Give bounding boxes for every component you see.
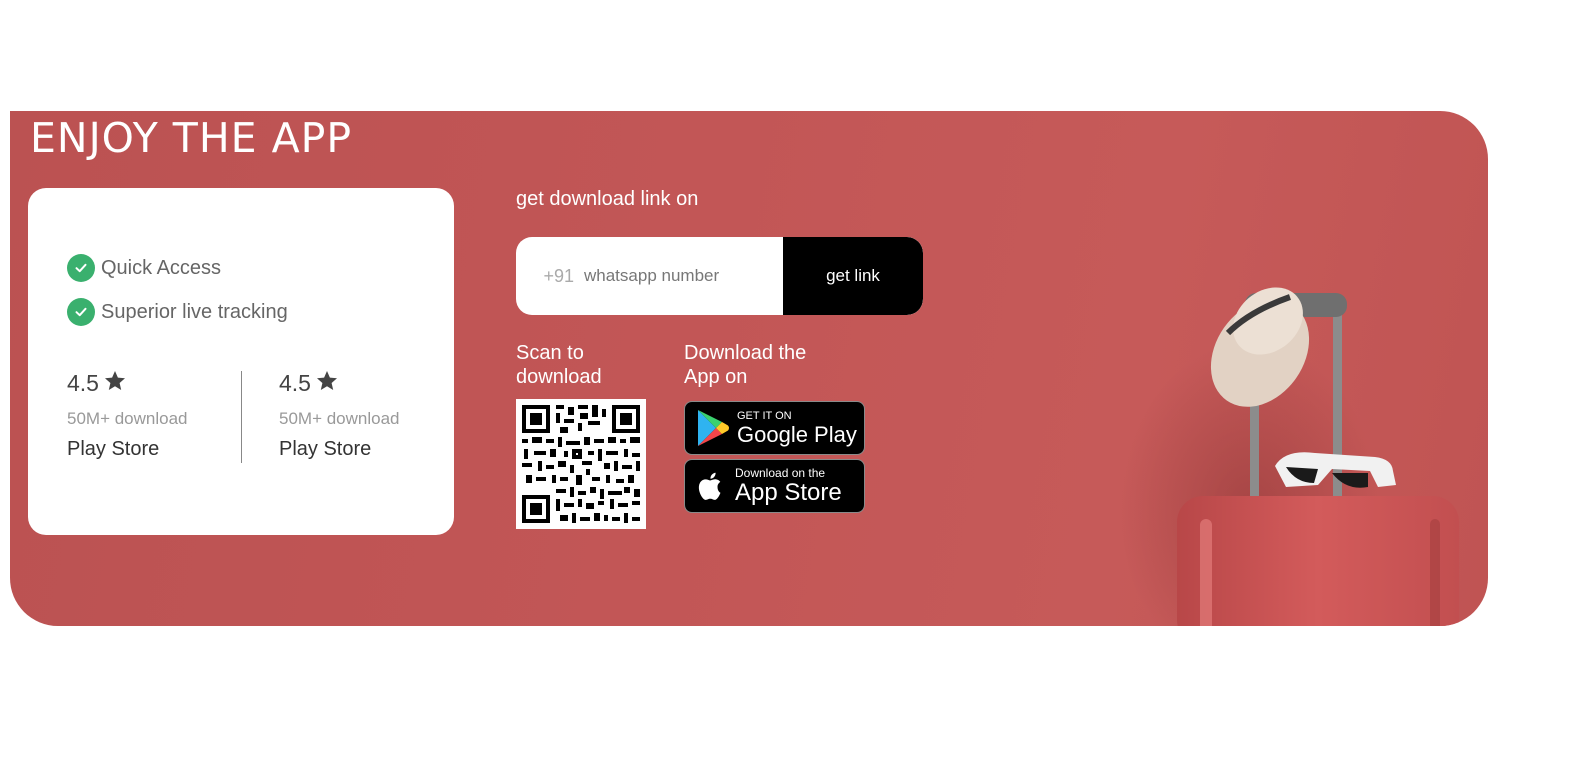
google-play-label: Google Play (737, 421, 857, 447)
rating: 4.5 (67, 370, 188, 397)
banner-title: ENJOY THE APP (30, 114, 353, 162)
rating-value: 4.5 (67, 370, 99, 396)
download-count: 50M+ download (67, 409, 188, 428)
google-play-icon (698, 410, 729, 446)
get-link-button[interactable]: get link (783, 237, 923, 315)
feature-item: Quick Access (67, 254, 221, 282)
app-store-small-label: Download on the (735, 466, 826, 480)
whatsapp-number-input[interactable] (578, 237, 783, 315)
store-stat: 4.5 50M+ download Play Store (279, 370, 400, 461)
feature-item: Superior live tracking (67, 298, 288, 326)
app-promo-banner: ENJOY THE APP Quick Access Superior live… (10, 111, 1488, 626)
download-link-form: +91 get link (516, 237, 923, 315)
feature-label: Quick Access (101, 256, 222, 279)
feature-card: Quick Access Superior live tracking 4.5 … (28, 188, 454, 535)
download-count: 50M+ download (279, 409, 400, 428)
store-name: Play Store (279, 438, 372, 460)
store-name: Play Store (67, 438, 160, 460)
store-stat: 4.5 50M+ download Play Store (67, 370, 188, 461)
check-circle-icon (67, 254, 95, 282)
rating-value: 4.5 (279, 370, 311, 396)
stat-divider (241, 371, 242, 463)
apple-icon (698, 472, 721, 500)
qr-code (516, 399, 646, 529)
feature-label: Superior live tracking (101, 300, 288, 323)
star-icon (104, 370, 125, 390)
country-code: +91 (543, 265, 574, 286)
luggage-illustration (1120, 287, 1459, 626)
app-store-label: App Store (735, 479, 842, 506)
google-play-small-label: GET IT ON (737, 409, 792, 422)
download-app-label: Download the App on (684, 342, 807, 388)
star-icon (316, 370, 337, 390)
check-circle-icon (67, 298, 95, 326)
google-play-button[interactable]: GET IT ON Google Play (684, 401, 865, 455)
rating: 4.5 (279, 370, 400, 397)
app-store-button[interactable]: Download on the App Store (684, 459, 865, 513)
download-link-label: get download link on (516, 188, 699, 210)
scan-label: Scan to download (516, 342, 602, 388)
